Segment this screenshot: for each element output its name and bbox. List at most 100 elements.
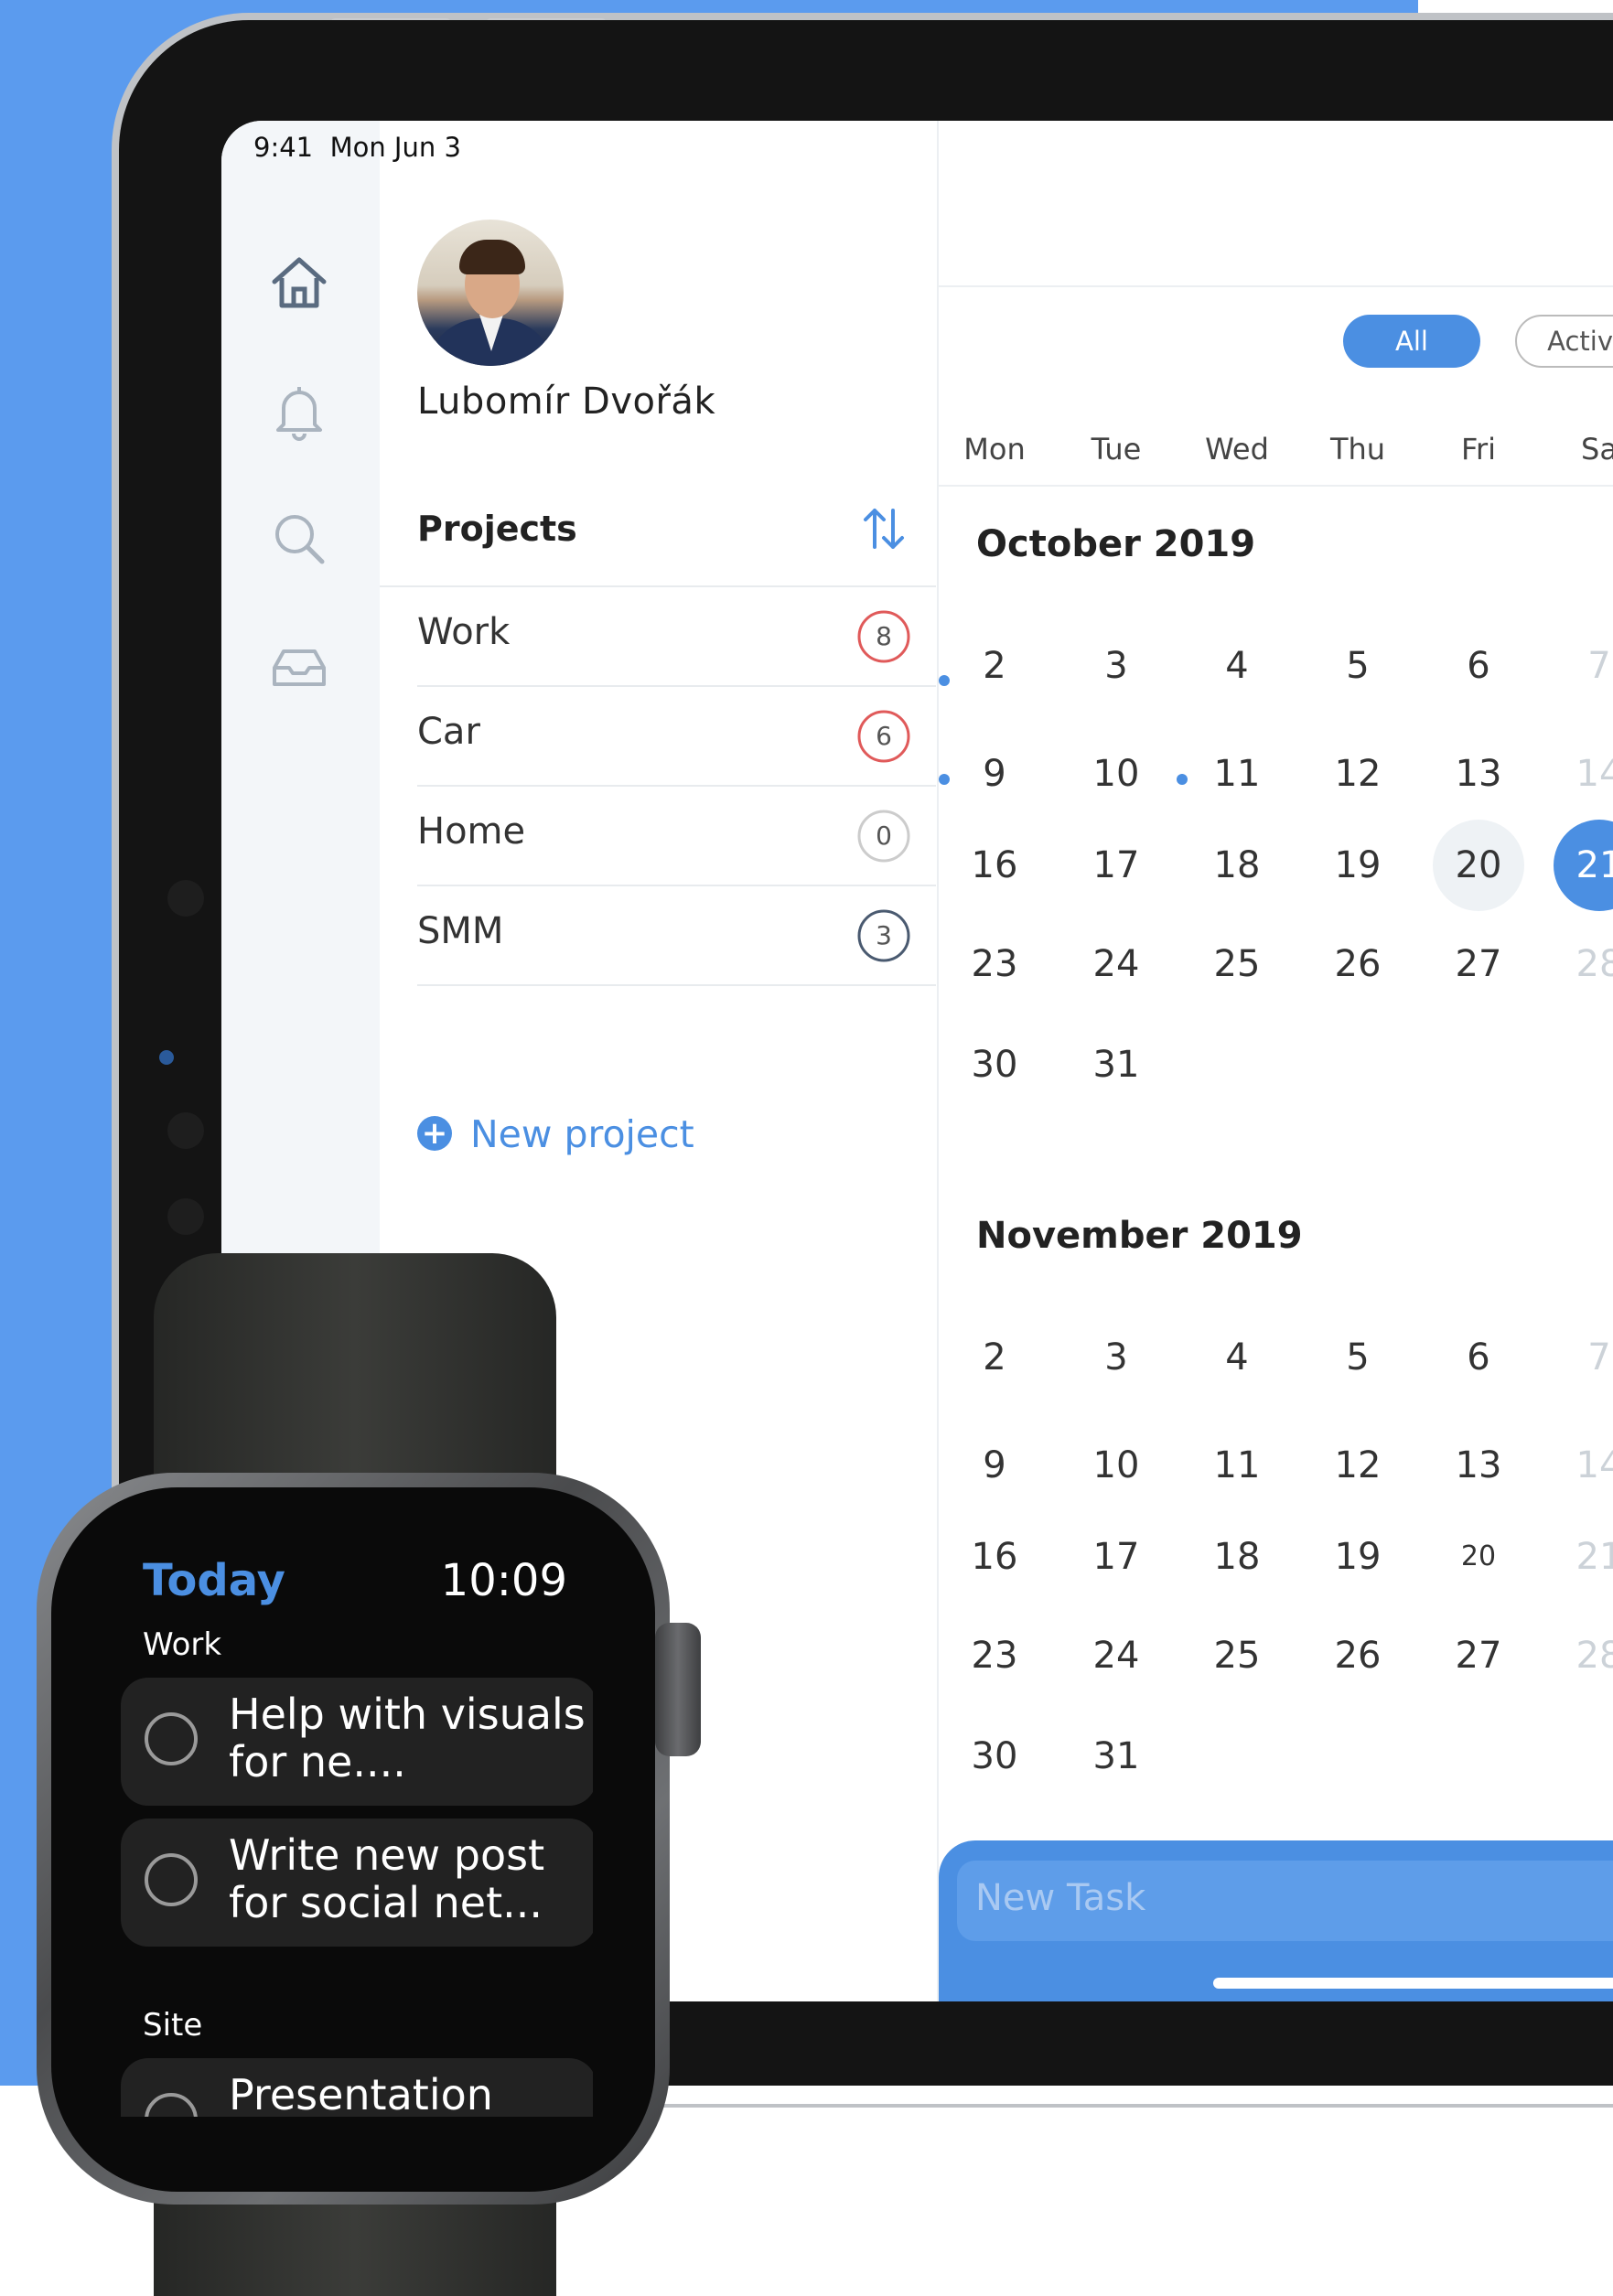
project-item[interactable]: Work 8 bbox=[417, 587, 911, 686]
task-checkbox[interactable] bbox=[145, 1712, 198, 1765]
watch-section-label: Site bbox=[143, 2007, 203, 2044]
status-time: 9:41 bbox=[253, 132, 314, 163]
calendar-day[interactable]: 24 bbox=[1070, 918, 1162, 1010]
user-name: Lubomír Dvořák bbox=[417, 381, 716, 423]
project-item[interactable]: SMM 3 bbox=[417, 886, 911, 985]
camera-lens bbox=[159, 1050, 174, 1065]
calendar-day[interactable]: 7 bbox=[1554, 1312, 1613, 1403]
filter-active-button[interactable]: Active bbox=[1515, 315, 1613, 368]
calendar-day[interactable]: 16 bbox=[949, 820, 1040, 911]
avatar[interactable] bbox=[417, 220, 564, 366]
task-title: Help with visuals for ne.... bbox=[229, 1690, 586, 1786]
calendar-day[interactable]: 30 bbox=[949, 1019, 1040, 1110]
project-item[interactable]: Car 6 bbox=[417, 687, 911, 786]
calendar-day[interactable]: 16 bbox=[949, 1511, 1040, 1603]
calendar-day[interactable]: 18 bbox=[1191, 1511, 1283, 1603]
watch-task-card[interactable]: Help with visuals for ne.... bbox=[121, 1678, 593, 1806]
month-title: October 2019 bbox=[976, 523, 1256, 565]
calendar-day[interactable]: 31 bbox=[1070, 1711, 1162, 1802]
calendar-day[interactable]: 31 bbox=[1070, 1019, 1162, 1110]
calendar-day[interactable]: 25 bbox=[1191, 918, 1283, 1010]
filter-all-button[interactable]: All bbox=[1343, 315, 1480, 368]
calendar-day[interactable]: 10 bbox=[1070, 1420, 1162, 1511]
calendar-day[interactable]: 19 bbox=[1312, 1511, 1403, 1603]
inbox-icon[interactable] bbox=[267, 635, 331, 699]
calendar-day[interactable]: 3 bbox=[1070, 620, 1162, 712]
calendar-day[interactable]: 27 bbox=[1433, 1610, 1524, 1701]
calendar-day[interactable]: 12 bbox=[1312, 728, 1403, 820]
calendar-day[interactable]: 3 bbox=[1070, 1312, 1162, 1403]
calendar-day[interactable]: 5 bbox=[1312, 1312, 1403, 1403]
weekday-label: Mon bbox=[963, 432, 1026, 467]
task-checkbox[interactable] bbox=[145, 2093, 198, 2117]
search-icon[interactable] bbox=[267, 507, 331, 571]
sort-icon[interactable] bbox=[862, 503, 906, 554]
project-count-badge: 3 bbox=[856, 908, 911, 963]
calendar-day[interactable]: 2 bbox=[949, 620, 1040, 712]
calendar-day[interactable]: 30 bbox=[949, 1711, 1040, 1802]
background-strip bbox=[1418, 0, 1613, 13]
new-project-button[interactable]: + New project bbox=[417, 1112, 694, 1156]
project-count-badge: 6 bbox=[856, 709, 911, 764]
weekday-label: Tue bbox=[1091, 432, 1142, 467]
divider bbox=[939, 485, 1613, 487]
calendar-day[interactable]: 23 bbox=[949, 918, 1040, 1010]
calendar-day[interactable]: 2 bbox=[949, 1312, 1040, 1403]
calendar-day[interactable]: 20 bbox=[1433, 1511, 1524, 1603]
watch-section-label: Work bbox=[143, 1626, 222, 1663]
new-task-bar: New Task bbox=[939, 1840, 1613, 2001]
watch-task-card[interactable]: Write new post for social net... bbox=[121, 1819, 593, 1947]
calendar-day[interactable]: 12 bbox=[1312, 1420, 1403, 1511]
project-count: 8 bbox=[876, 621, 892, 651]
calendar-day[interactable]: 18 bbox=[1191, 820, 1283, 911]
calendar-day[interactable]: 6 bbox=[1433, 620, 1524, 712]
calendar-day[interactable]: 11 bbox=[1191, 1420, 1283, 1511]
calendar-day[interactable]: 9 bbox=[949, 1420, 1040, 1511]
project-count-badge: 0 bbox=[856, 809, 911, 864]
calendar-day[interactable]: 7 bbox=[1554, 620, 1613, 712]
bell-icon[interactable] bbox=[267, 379, 331, 443]
event-dot bbox=[1177, 774, 1188, 785]
calendar-day[interactable]: 25 bbox=[1191, 1610, 1283, 1701]
project-count: 0 bbox=[876, 821, 892, 851]
calendar-day[interactable]: 23 bbox=[949, 1610, 1040, 1701]
project-item[interactable]: Home 0 bbox=[417, 787, 911, 885]
calendar-day[interactable]: 14 bbox=[1554, 728, 1613, 820]
weekday-label: Thu bbox=[1329, 432, 1386, 467]
calendar-day[interactable]: 17 bbox=[1070, 1511, 1162, 1603]
calendar-day[interactable]: 26 bbox=[1312, 1610, 1403, 1701]
task-checkbox[interactable] bbox=[145, 1853, 198, 1906]
status-bar: 9:41 Mon Jun 3 bbox=[253, 132, 461, 163]
home-icon[interactable] bbox=[267, 251, 331, 315]
calendar-day[interactable]: 28 bbox=[1554, 1610, 1613, 1701]
calendar-day[interactable]: 11 bbox=[1191, 728, 1283, 820]
calendar-day[interactable]: 6 bbox=[1433, 1312, 1524, 1403]
calendar-day[interactable]: 4 bbox=[1191, 1312, 1283, 1403]
status-date: Mon Jun 3 bbox=[329, 132, 461, 163]
calendar-day[interactable]: 13 bbox=[1433, 728, 1524, 820]
calendar-day[interactable]: 24 bbox=[1070, 1610, 1162, 1701]
calendar-day[interactable]: 21 bbox=[1554, 820, 1613, 911]
watch-task-card[interactable]: Presentation bbox=[121, 2058, 593, 2117]
calendar-day[interactable]: 4 bbox=[1191, 620, 1283, 712]
calendar-day[interactable]: 21 bbox=[1554, 1511, 1613, 1603]
sensor-dot bbox=[167, 1112, 204, 1149]
calendar-day[interactable]: 28 bbox=[1554, 918, 1613, 1010]
digital-crown[interactable] bbox=[655, 1623, 701, 1756]
calendar-day[interactable]: 9 bbox=[949, 728, 1040, 820]
calendar-day[interactable]: 26 bbox=[1312, 918, 1403, 1010]
watch-time: 10:09 bbox=[440, 1555, 567, 1606]
project-name: Home bbox=[417, 810, 526, 853]
calendar-day[interactable]: 5 bbox=[1312, 620, 1403, 712]
calendar-day[interactable]: 17 bbox=[1070, 820, 1162, 911]
calendar-day[interactable]: 14 bbox=[1554, 1420, 1613, 1511]
home-indicator bbox=[1213, 1978, 1613, 1989]
project-count: 6 bbox=[876, 721, 892, 751]
calendar-day[interactable]: 20 bbox=[1433, 820, 1524, 911]
new-task-input[interactable]: New Task bbox=[957, 1861, 1613, 1941]
calendar-day[interactable]: 19 bbox=[1312, 820, 1403, 911]
task-title: Write new post for social net... bbox=[229, 1830, 545, 1927]
calendar-day[interactable]: 27 bbox=[1433, 918, 1524, 1010]
calendar-day[interactable]: 10 bbox=[1070, 728, 1162, 820]
calendar-day[interactable]: 13 bbox=[1433, 1420, 1524, 1511]
